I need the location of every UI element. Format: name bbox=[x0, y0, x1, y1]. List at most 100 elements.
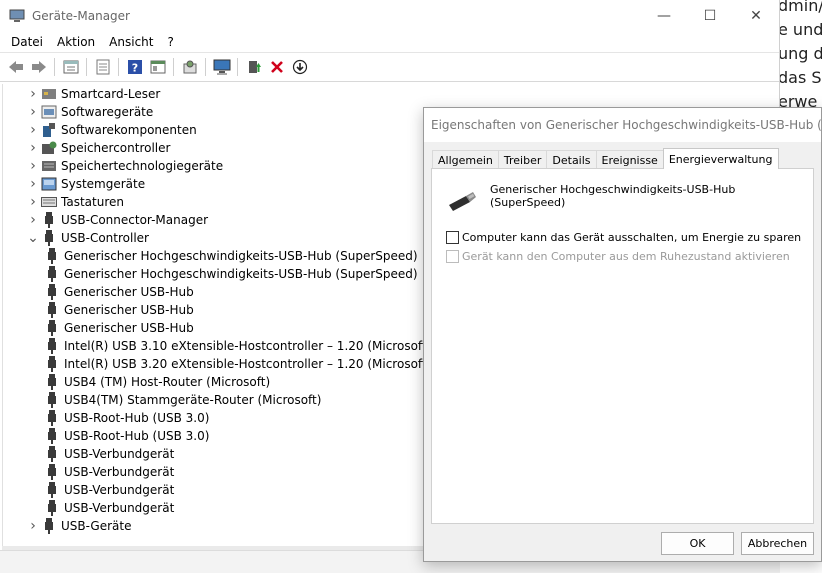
tree-row-label: USB-Verbundgerät bbox=[64, 501, 175, 515]
tree-row-label: Intel(R) USB 3.10 eXtensible-Hostcontrol… bbox=[64, 339, 432, 353]
window-title: Geräte-Manager bbox=[32, 9, 130, 23]
tree-category-row[interactable]: › USB-Connector-Manager bbox=[25, 211, 208, 229]
usb-icon bbox=[44, 464, 60, 480]
menu-datei[interactable]: Datei bbox=[4, 35, 50, 49]
collapse-chevron-icon[interactable]: ⌄ bbox=[25, 229, 41, 247]
expand-chevron-icon[interactable]: › bbox=[25, 139, 41, 157]
tree-row-label: Generischer USB-Hub bbox=[64, 303, 194, 317]
back-icon[interactable] bbox=[4, 56, 27, 78]
dialog-title-bar[interactable]: Eigenschaften von Generischer Hochgeschw… bbox=[424, 108, 821, 142]
expand-chevron-icon[interactable]: › bbox=[25, 85, 41, 103]
usb-icon bbox=[41, 518, 57, 534]
tab-allgemein[interactable]: Allgemein bbox=[432, 150, 499, 169]
usb-icon bbox=[44, 446, 60, 462]
properties-icon[interactable] bbox=[59, 56, 82, 78]
tree-row-label: USB-Verbundgerät bbox=[64, 465, 175, 479]
allow-power-off-checkbox[interactable] bbox=[446, 231, 459, 244]
properties-dialog: Eigenschaften von Generischer Hochgeschw… bbox=[423, 107, 822, 562]
tree-row-label: Generischer Hochgeschwindigkeits-USB-Hub… bbox=[64, 267, 418, 281]
list-icon[interactable] bbox=[91, 56, 114, 78]
help-icon[interactable]: ? bbox=[123, 56, 146, 78]
monitor-icon[interactable] bbox=[210, 56, 233, 78]
device-manager-app-icon bbox=[9, 9, 25, 23]
tree-category-row[interactable]: › Softwarekomponenten bbox=[25, 121, 197, 139]
expand-chevron-icon[interactable]: › bbox=[25, 175, 41, 193]
tree-row-label: Systemgeräte bbox=[61, 177, 146, 191]
keyboard-icon bbox=[41, 194, 57, 210]
tree-device-row[interactable]: Generischer Hochgeschwindigkeits-USB-Hub… bbox=[44, 247, 418, 265]
usb-icon bbox=[44, 374, 60, 390]
tree-device-row[interactable]: USB-Verbundgerät bbox=[44, 445, 174, 463]
expand-chevron-icon[interactable]: › bbox=[25, 157, 41, 175]
tree-row-label: Speichertechnologiegeräte bbox=[61, 159, 224, 173]
usb-icon bbox=[44, 410, 60, 426]
tree-row-label: USB-Verbundgerät bbox=[64, 483, 175, 497]
tab-energieverwaltung[interactable]: Energieverwaltung bbox=[662, 148, 779, 169]
tree-device-row[interactable]: USB-Verbundgerät bbox=[44, 463, 174, 481]
dialog-title: Eigenschaften von Generischer Hochgeschw… bbox=[431, 118, 821, 132]
tree-row-label: Smartcard-Leser bbox=[61, 87, 161, 101]
tree-category-row[interactable]: › Speichertechnologiegeräte bbox=[25, 157, 223, 175]
menu-aktion[interactable]: Aktion bbox=[50, 35, 102, 49]
usb-icon bbox=[44, 302, 60, 318]
usb-icon bbox=[44, 356, 60, 372]
tree-row-label: USB-Connector-Manager bbox=[61, 213, 209, 227]
tab-details[interactable]: Details bbox=[546, 150, 597, 169]
tree-device-row[interactable]: USB-Verbundgerät bbox=[44, 499, 174, 517]
system-device-icon bbox=[41, 176, 57, 192]
tree-device-row[interactable]: Generischer USB-Hub bbox=[44, 283, 194, 301]
cancel-button[interactable]: Abbrechen bbox=[741, 532, 814, 555]
tab-ereignisse[interactable]: Ereignisse bbox=[595, 150, 664, 169]
tab-treiber[interactable]: Treiber bbox=[497, 150, 548, 169]
expand-chevron-icon[interactable]: › bbox=[25, 193, 41, 211]
tree-category-row[interactable]: › USB-Geräte bbox=[25, 517, 131, 535]
disable-icon[interactable] bbox=[288, 56, 311, 78]
update-driver-icon[interactable] bbox=[242, 56, 265, 78]
tree-device-row[interactable]: USB4 (TM) Host-Router (Microsoft) bbox=[44, 373, 270, 391]
tree-row-label: USB-Controller bbox=[61, 231, 149, 245]
tree-device-row[interactable]: Generischer Hochgeschwindigkeits-USB-Hub… bbox=[44, 265, 418, 283]
tree-device-row[interactable]: USB-Root-Hub (USB 3.0) bbox=[44, 409, 209, 427]
tree-category-row[interactable]: › Softwaregeräte bbox=[25, 103, 153, 121]
minimize-button[interactable]: — bbox=[641, 0, 687, 32]
scan-icon[interactable] bbox=[178, 56, 201, 78]
tree-category-row[interactable]: › Tastaturen bbox=[25, 193, 124, 211]
usb-icon bbox=[44, 320, 60, 336]
tree-device-row[interactable]: Generischer USB-Hub bbox=[44, 319, 194, 337]
tree-device-row[interactable]: Generischer USB-Hub bbox=[44, 301, 194, 319]
option-allow-power-off[interactable]: Computer kann das Gerät ausschalten, um … bbox=[446, 231, 801, 244]
forward-icon[interactable] bbox=[27, 56, 50, 78]
view-icon[interactable] bbox=[146, 56, 169, 78]
expand-chevron-icon[interactable]: › bbox=[25, 103, 41, 121]
expand-chevron-icon[interactable]: › bbox=[25, 517, 41, 535]
title-bar[interactable]: Geräte-Manager — ☐ ✕ bbox=[0, 0, 779, 32]
tree-category-row[interactable]: › Systemgeräte bbox=[25, 175, 145, 193]
svg-text:?: ? bbox=[131, 62, 137, 75]
tree-device-row[interactable]: Intel(R) USB 3.10 eXtensible-Hostcontrol… bbox=[44, 337, 431, 355]
tree-row-label: USB-Geräte bbox=[61, 519, 132, 533]
storage-tech-icon bbox=[41, 158, 57, 174]
close-button[interactable]: ✕ bbox=[733, 0, 779, 32]
allow-power-off-label: Computer kann das Gerät ausschalten, um … bbox=[462, 231, 802, 244]
menu-ansicht[interactable]: Ansicht bbox=[102, 35, 160, 49]
expand-chevron-icon[interactable]: › bbox=[25, 121, 41, 139]
toolbar-separator bbox=[237, 58, 238, 76]
uninstall-icon[interactable] bbox=[265, 56, 288, 78]
tree-category-row[interactable]: ⌄ USB-Controller bbox=[25, 229, 149, 247]
maximize-button[interactable]: ☐ bbox=[687, 0, 733, 32]
tree-category-row[interactable]: › Smartcard-Leser bbox=[25, 85, 160, 103]
tree-device-row[interactable]: USB4(TM) Stammgeräte-Router (Microsoft) bbox=[44, 391, 321, 409]
expand-chevron-icon[interactable]: › bbox=[25, 211, 41, 229]
tree-device-row[interactable]: USB-Verbundgerät bbox=[44, 481, 174, 499]
usb-icon bbox=[44, 338, 60, 354]
menu-bar: Datei Aktion Ansicht ? bbox=[0, 32, 779, 52]
ok-button[interactable]: OK bbox=[661, 532, 734, 555]
tree-device-row[interactable]: Intel(R) USB 3.20 eXtensible-Hostcontrol… bbox=[44, 355, 431, 373]
usb-icon bbox=[44, 248, 60, 264]
tree-device-row[interactable]: USB-Root-Hub (USB 3.0) bbox=[44, 427, 209, 445]
usb-icon bbox=[44, 428, 60, 444]
tree-row-label: USB-Root-Hub (USB 3.0) bbox=[64, 411, 210, 425]
tree-row-label: USB-Root-Hub (USB 3.0) bbox=[64, 429, 210, 443]
menu-help[interactable]: ? bbox=[160, 35, 180, 49]
tree-category-row[interactable]: › Speichercontroller bbox=[25, 139, 170, 157]
